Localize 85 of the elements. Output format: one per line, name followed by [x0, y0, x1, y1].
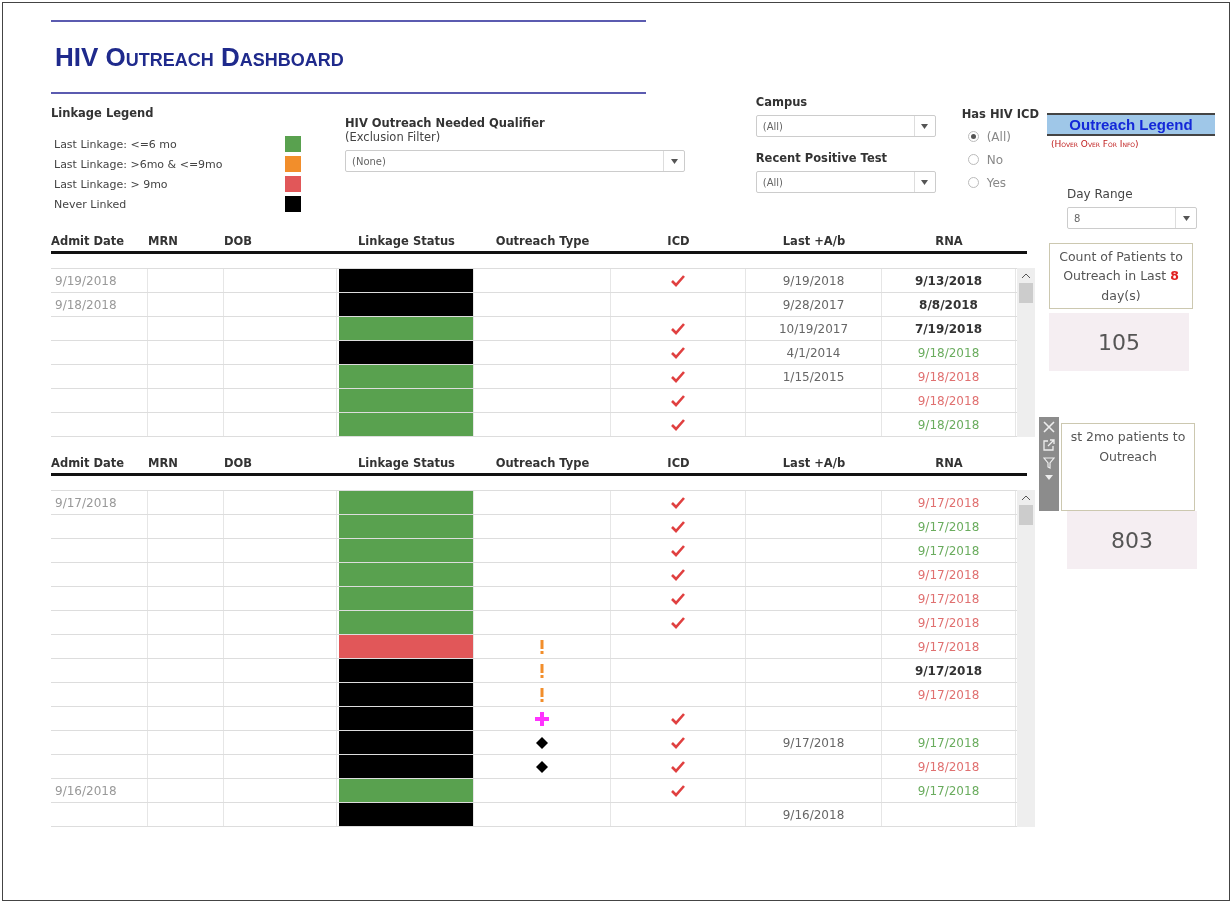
last-ab-date: 9/17/2018 [782, 735, 845, 750]
admit-date: 9/16/2018 [55, 783, 117, 798]
rna-date: 9/17/2018 [917, 639, 980, 654]
rna-date: 8/8/2018 [919, 297, 978, 312]
filter-label: HIV Outreach Needed Qualifier [345, 116, 546, 130]
close-icon[interactable] [1043, 421, 1055, 434]
day-range-dropdown[interactable]: 8 [1067, 207, 1197, 229]
count-caption: Count of Patients to Outreach in Last 8 day(s) [1049, 243, 1193, 310]
rna-date: 9/17/2018 [917, 591, 980, 606]
hover-hint: (Hover Over For Info) [1051, 139, 1140, 149]
caret-icon [670, 158, 678, 164]
count-value: 105 [1049, 313, 1189, 372]
legend-label: Last Linkage: >6mo & <=9mo [54, 157, 223, 171]
column-header: MRN [148, 456, 178, 470]
admit-date: 9/18/2018 [55, 297, 117, 312]
caret-icon [921, 179, 929, 185]
rna-date: 9/17/2018 [917, 543, 980, 558]
rna-date: 9/18/2018 [917, 759, 980, 774]
radio-label[interactable]: Yes [986, 175, 1007, 190]
caret-icon [1182, 215, 1190, 221]
legend-title: Linkage Legend [51, 106, 154, 120]
count-caption: st 2mo patients to Outreach [1061, 423, 1195, 512]
rna-date: 9/17/2018 [917, 519, 980, 534]
filter-label: Day Range [1067, 187, 1134, 201]
caret-icon[interactable] [1045, 475, 1053, 481]
rna-date: 9/17/2018 [914, 663, 983, 678]
rna-date: 9/17/2018 [917, 615, 980, 630]
scrollbar[interactable] [1017, 490, 1035, 827]
column-header: Outreach Type [495, 456, 590, 470]
column-header: Admit Date [51, 234, 125, 248]
filter-label: Has HIV ICD [961, 107, 1039, 121]
rna-date: 9/18/2018 [917, 345, 980, 360]
column-header: RNA [935, 234, 963, 248]
filter-icon[interactable] [1043, 457, 1055, 470]
radio-label[interactable]: No [986, 152, 1003, 167]
rna-date: 9/18/2018 [917, 417, 980, 432]
column-header: Last +A/b [782, 456, 846, 470]
column-header: MRN [148, 234, 178, 248]
rna-date: 9/17/2018 [917, 495, 980, 510]
rna-date: 9/17/2018 [917, 687, 980, 702]
column-header: ICD [667, 234, 690, 248]
admit-date: 9/17/2018 [55, 495, 117, 510]
scroll-up-icon [1022, 495, 1030, 501]
scroll-up-icon [1022, 273, 1030, 279]
rna-date: 9/17/2018 [917, 783, 980, 798]
scroll-thumb[interactable] [1019, 283, 1033, 303]
rna-date: 7/19/2018 [914, 321, 983, 336]
campus-dropdown[interactable]: (All) [755, 115, 936, 137]
legend-label: Last Linkage: > 9mo [54, 177, 168, 191]
last-ab-date: 9/19/2018 [782, 273, 845, 288]
column-header: RNA [935, 456, 963, 470]
column-header: DOB [224, 456, 253, 470]
column-header: Last +A/b [782, 234, 846, 248]
scroll-thumb[interactable] [1019, 505, 1033, 525]
last-ab-date: 10/19/2017 [778, 321, 849, 336]
legend-label: Never Linked [54, 197, 127, 211]
column-header: ICD [667, 456, 690, 470]
radio-label[interactable]: (All) [986, 129, 1011, 144]
filter-label: Recent Positive Test [755, 151, 889, 165]
filter-sublabel: (Exclusion Filter) [345, 130, 442, 144]
rna-date: 9/17/2018 [917, 735, 980, 750]
column-header: DOB [224, 234, 253, 248]
dashboard-title: HIV Outreach Dashboard [54, 41, 344, 73]
rna-date: 9/17/2018 [917, 567, 980, 582]
rna-date: 9/18/2018 [917, 369, 980, 384]
column-header: Outreach Type [495, 234, 590, 248]
column-header: Admit Date [51, 456, 125, 470]
recent-test-dropdown[interactable]: (All) [755, 171, 936, 193]
outreach-legend-button[interactable]: Outreach Legend [1047, 113, 1215, 136]
column-header: Linkage Status [358, 234, 455, 248]
last-ab-date: 9/16/2018 [782, 807, 845, 822]
caret-icon [921, 123, 929, 129]
filter-label: Campus [755, 95, 809, 109]
rna-date: 9/13/2018 [914, 273, 983, 288]
legend-label: Last Linkage: <=6 mo [54, 137, 177, 151]
qualifier-dropdown[interactable]: (None) [345, 150, 685, 172]
last-ab-date: 9/28/2017 [782, 297, 845, 312]
rna-date: 9/18/2018 [917, 393, 980, 408]
scrollbar[interactable] [1017, 268, 1035, 437]
popout-icon[interactable] [1043, 439, 1055, 452]
column-header: Linkage Status [358, 456, 455, 470]
admit-date: 9/19/2018 [55, 273, 117, 288]
last-ab-date: 4/1/2014 [786, 345, 841, 360]
count-value: 803 [1067, 511, 1197, 570]
last-ab-date: 1/15/2015 [782, 369, 845, 384]
